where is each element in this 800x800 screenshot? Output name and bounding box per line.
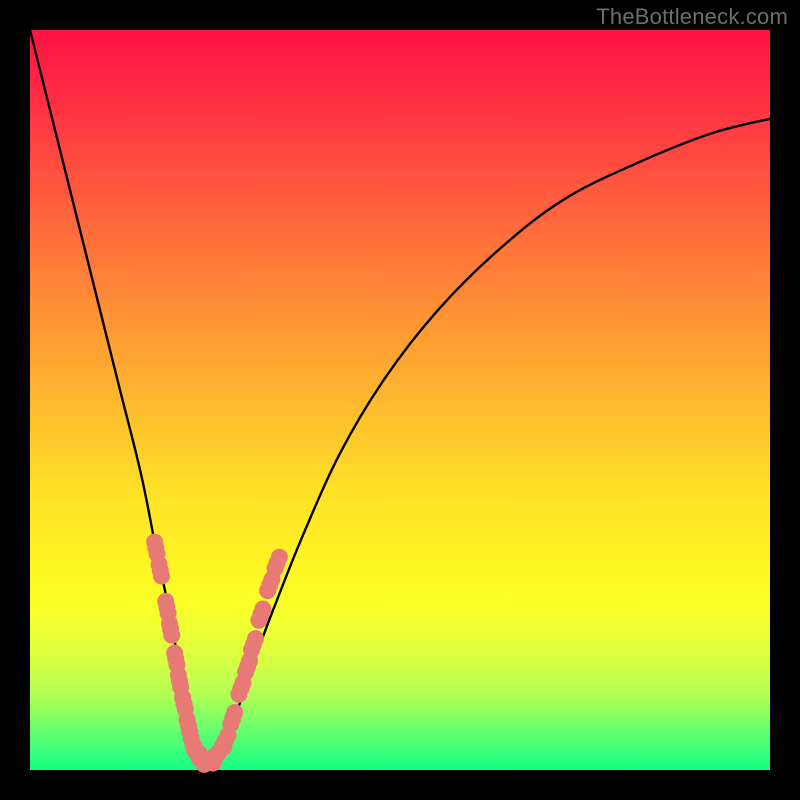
chart-frame: TheBottleneck.com	[0, 0, 800, 800]
marker-dot	[171, 673, 188, 690]
marker-dot	[261, 577, 278, 594]
marker-dot	[158, 599, 175, 616]
marker-dot	[245, 636, 262, 653]
chart-svg	[30, 30, 770, 770]
marker-dot	[269, 554, 286, 571]
marker-dot	[152, 562, 169, 579]
marker-dot	[232, 680, 249, 697]
marker-dot	[224, 710, 241, 727]
plot-area	[30, 30, 770, 770]
marker-layer	[146, 534, 288, 773]
marker-dot	[217, 732, 234, 749]
marker-dot	[175, 695, 192, 712]
bottleneck-curve	[30, 30, 770, 759]
marker-dot	[167, 651, 184, 668]
marker-dot	[147, 540, 164, 557]
watermark-text: TheBottleneck.com	[596, 4, 788, 30]
marker-dot	[252, 606, 269, 623]
marker-dot	[239, 658, 256, 675]
marker-dot	[162, 621, 179, 638]
